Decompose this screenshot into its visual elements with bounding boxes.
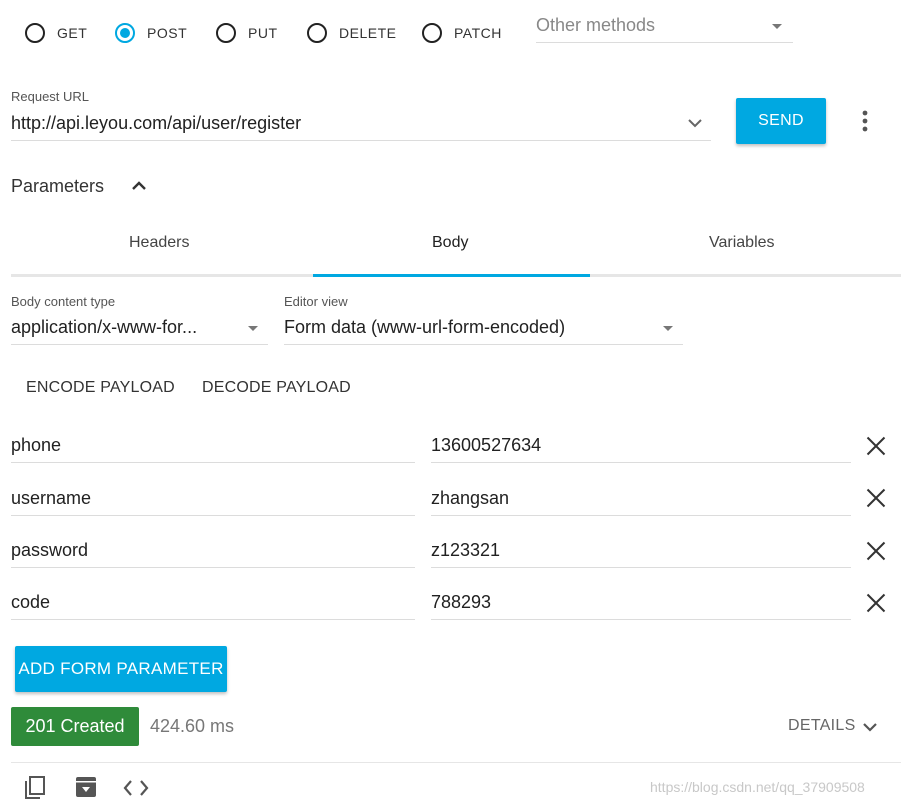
chevron-down-icon	[772, 24, 782, 29]
param-value-input[interactable]: zhangsan	[431, 488, 846, 509]
param-value-input[interactable]: 788293	[431, 592, 846, 613]
param-name-underline	[11, 462, 415, 463]
close-icon[interactable]	[866, 541, 886, 561]
response-time: 424.60 ms	[150, 716, 235, 736]
decode-payload-button[interactable]: DECODE PAYLOAD	[202, 379, 351, 397]
chevron-up-icon[interactable]	[131, 180, 147, 191]
radio-get[interactable]	[25, 23, 45, 43]
close-icon[interactable]	[866, 593, 886, 613]
param-name-input[interactable]: code	[11, 592, 411, 613]
radio-delete[interactable]	[307, 23, 327, 43]
close-icon[interactable]	[866, 488, 886, 508]
more-vert-icon[interactable]	[862, 110, 868, 132]
tab-body[interactable]: Body	[432, 234, 468, 252]
param-name-underline	[11, 567, 415, 568]
method-post-label: POST	[147, 25, 188, 41]
active-tab-indicator	[313, 274, 590, 277]
editor-view-label: Editor view	[284, 294, 348, 309]
method-get[interactable]: GET	[25, 22, 87, 44]
other-methods-select[interactable]: Other methods	[536, 12, 793, 43]
body-content-type-label: Body content type	[11, 294, 116, 309]
param-value-underline	[431, 515, 851, 516]
param-name-underline	[11, 619, 415, 620]
radio-put[interactable]	[216, 23, 236, 43]
method-patch[interactable]: PATCH	[422, 22, 502, 44]
tab-variables[interactable]: Variables	[709, 234, 775, 252]
method-get-label: GET	[57, 25, 88, 41]
method-delete-label: DELETE	[339, 25, 397, 41]
radio-post[interactable]	[115, 23, 135, 43]
editor-view-value: Form data (www-url-form-encoded)	[284, 317, 566, 337]
status-badge: 201 Created	[11, 707, 139, 746]
tab-headers[interactable]: Headers	[129, 234, 189, 252]
chevron-down-icon[interactable]	[863, 722, 877, 732]
request-url-value: http://api.leyou.com/api/user/register	[11, 113, 302, 133]
send-button[interactable]: SEND	[736, 98, 826, 144]
param-name-input[interactable]: password	[11, 540, 411, 561]
method-post[interactable]: POST	[115, 22, 187, 44]
code-icon[interactable]	[123, 779, 149, 797]
close-icon[interactable]	[866, 436, 886, 456]
param-name-underline	[11, 515, 415, 516]
other-methods-placeholder: Other methods	[536, 15, 656, 35]
editor-view-select[interactable]: Form data (www-url-form-encoded)	[284, 313, 683, 345]
body-content-type-select[interactable]: application/x-www-for...	[11, 313, 268, 345]
details-button[interactable]: DETAILS	[788, 717, 856, 735]
encode-payload-button[interactable]: ENCODE PAYLOAD	[26, 379, 175, 397]
method-put[interactable]: PUT	[216, 22, 278, 44]
method-delete[interactable]: DELETE	[307, 22, 396, 44]
chevron-down-icon	[663, 326, 673, 331]
method-put-label: PUT	[248, 25, 278, 41]
param-value-underline	[431, 619, 851, 620]
archive-download-icon[interactable]	[75, 776, 97, 798]
parameters-title: Parameters	[11, 176, 105, 196]
radio-patch[interactable]	[422, 23, 442, 43]
url-history-chevron-icon[interactable]	[688, 118, 702, 128]
param-value-underline	[431, 462, 851, 463]
watermark: https://blog.csdn.net/qq_37909508	[650, 779, 865, 795]
param-value-underline	[431, 567, 851, 568]
param-value-input[interactable]: z123321	[431, 540, 846, 561]
param-name-input[interactable]: phone	[11, 435, 411, 456]
response-divider	[11, 762, 901, 763]
chevron-down-icon	[248, 326, 258, 331]
param-name-input[interactable]: username	[11, 488, 411, 509]
copy-icon[interactable]	[23, 775, 47, 801]
param-value-input[interactable]: 13600527634	[431, 435, 846, 456]
request-url-input[interactable]: http://api.leyou.com/api/user/register	[11, 108, 711, 141]
add-form-parameter-button[interactable]: ADD FORM PARAMETER	[15, 646, 227, 692]
request-url-label: Request URL	[11, 89, 90, 104]
body-content-type-value: application/x-www-for...	[11, 317, 198, 337]
method-patch-label: PATCH	[454, 25, 502, 41]
